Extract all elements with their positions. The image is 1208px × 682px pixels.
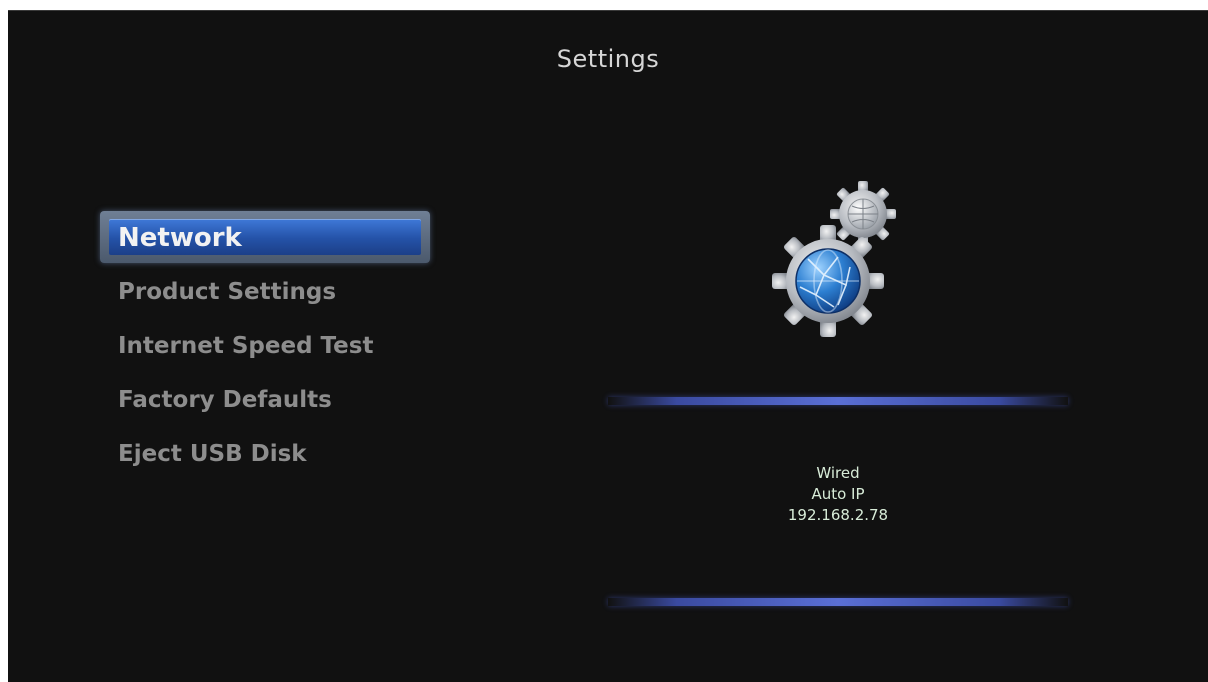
menu-item-label: Eject USB Disk [118,441,307,467]
menu-item-label: Factory Defaults [118,387,332,413]
menu-item-label: Product Settings [118,279,337,305]
connection-type-text: Wired [816,464,860,482]
menu-item-factory-defaults[interactable]: Factory Defaults [100,373,440,427]
menu-item-eject-usb-disk[interactable]: Eject USB Disk [100,427,440,481]
divider-top [608,397,1068,405]
divider-bottom [608,598,1068,606]
menu-item-internet-speed-test[interactable]: Internet Speed Test [100,319,440,373]
ip-mode-text: Auto IP [811,485,865,503]
settings-menu: Network Product Settings Internet Speed … [100,211,440,481]
menu-item-label: Network [118,223,242,253]
network-gears-icon [768,169,908,339]
settings-screen: Settings Network Product Settings Intern… [8,10,1208,682]
network-info: Wired Auto IP 192.168.2.78 [608,463,1068,526]
menu-item-network[interactable]: Network [100,211,440,265]
page-title: Settings [556,45,660,73]
menu-item-label: Internet Speed Test [118,333,374,359]
ip-address-text: 192.168.2.78 [787,506,889,524]
menu-item-product-settings[interactable]: Product Settings [100,265,440,319]
